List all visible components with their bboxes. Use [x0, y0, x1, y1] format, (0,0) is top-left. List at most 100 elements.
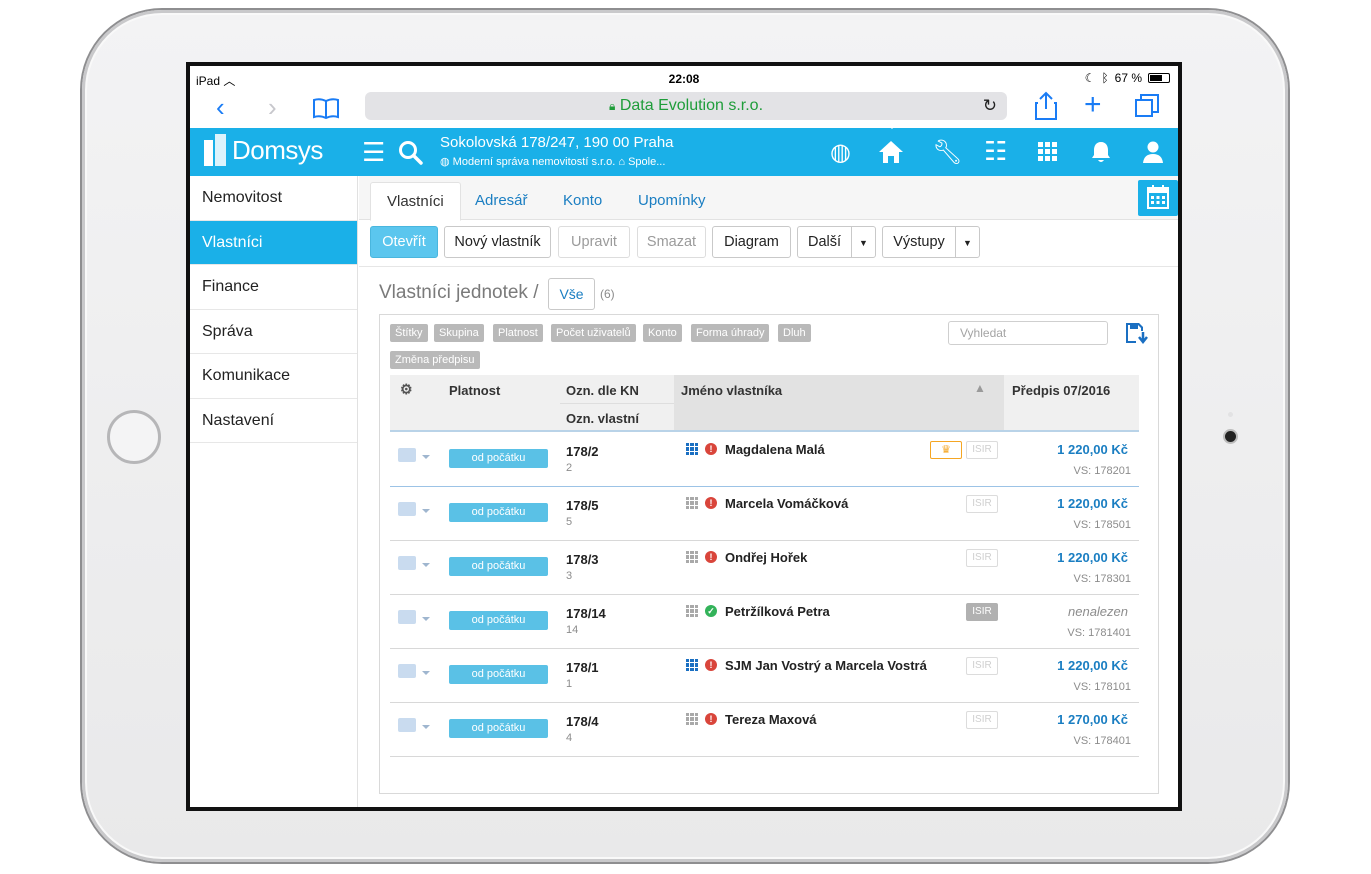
tabs-icon[interactable] — [1134, 93, 1160, 119]
owner-name[interactable]: Ondřej Hořek — [725, 550, 807, 565]
wrench-icon[interactable]: 🔧︎ — [932, 138, 962, 167]
owner-name[interactable]: Magdalena Malá — [725, 442, 825, 457]
more-button[interactable]: Další — [797, 226, 852, 258]
edit-button[interactable]: Upravit — [558, 226, 630, 258]
reload-icon[interactable]: ↻ — [983, 92, 997, 120]
sidebar-item-nastaveni[interactable]: Nastavení — [190, 399, 357, 443]
sidebar-item-sprava[interactable]: Správa — [190, 310, 357, 354]
briefcase-icon[interactable] — [398, 664, 416, 678]
open-button[interactable]: Otevřít — [370, 226, 438, 258]
home-icon[interactable] — [878, 140, 904, 164]
isir-badge[interactable]: ISIR — [966, 441, 998, 459]
filter-all-button[interactable]: Vše — [548, 278, 595, 310]
isir-badge[interactable]: ISIR — [966, 495, 998, 513]
apps-grid-icon[interactable] — [1038, 142, 1058, 162]
caret-down-icon[interactable] — [422, 617, 430, 621]
owner-name[interactable]: Marcela Vomáčková — [725, 496, 848, 511]
sidebar-item-komunikace[interactable]: Komunikace — [190, 354, 357, 399]
prescription-amount[interactable]: 1 220,00 Kč — [1057, 442, 1128, 457]
isir-badge[interactable]: ISIR — [966, 603, 998, 621]
caret-down-icon[interactable] — [422, 563, 430, 567]
tab-vlastnici[interactable]: Vlastníci — [370, 182, 461, 221]
star-badge-icon[interactable]: ♛ — [930, 441, 962, 459]
outputs-button[interactable]: Výstupy — [882, 226, 956, 258]
chip-zmena-predpisu[interactable]: Změna předpisu — [390, 351, 480, 369]
table-row[interactable]: od počátku 178/1 1 ! SJM Jan Vostrý a Ma… — [390, 649, 1139, 703]
back-icon[interactable]: ‹ — [216, 92, 225, 123]
briefcase-icon[interactable] — [398, 448, 416, 462]
search-input[interactable]: Vyhledat — [948, 321, 1108, 345]
url-bar[interactable]: 🔒︎ Data Evolution s.r.o. ↻ — [365, 92, 1007, 120]
more-dropdown[interactable]: ▼ — [851, 226, 876, 258]
briefcase-icon[interactable] — [398, 502, 416, 516]
table-row[interactable]: od počátku 178/5 5 ! Marcela Vomáčková I… — [390, 487, 1139, 541]
chip-forma-uhrady[interactable]: Forma úhrady — [691, 324, 770, 342]
owner-name[interactable]: Tereza Maxová — [725, 712, 817, 727]
caret-down-icon[interactable] — [422, 455, 430, 459]
bookmarks-icon[interactable] — [312, 97, 340, 119]
chip-platnost[interactable]: Platnost — [493, 324, 543, 342]
caret-down-icon[interactable] — [422, 671, 430, 675]
chip-konto[interactable]: Konto — [643, 324, 682, 342]
chip-stitky[interactable]: Štítky — [390, 324, 428, 342]
forward-icon[interactable]: › — [268, 92, 277, 123]
chip-skupina[interactable]: Skupina — [434, 324, 484, 342]
table-row[interactable]: od počátku 178/14 14 ✓ Petržílková Petra… — [390, 595, 1139, 649]
sidebar-item-finance[interactable]: Finance — [190, 265, 357, 310]
save-export-icon[interactable] — [1124, 321, 1148, 345]
tab-adresar[interactable]: Adresář — [459, 182, 544, 221]
isir-badge[interactable]: ISIR — [966, 657, 998, 675]
isir-badge[interactable]: ISIR — [966, 711, 998, 729]
home-button[interactable] — [107, 410, 161, 464]
calendar-button[interactable] — [1138, 180, 1178, 216]
validity-badge: od počátku — [449, 503, 548, 522]
col-prescription[interactable]: Předpis 07/2016 — [1012, 383, 1110, 398]
warning-icon: ! — [705, 443, 717, 455]
col-own[interactable]: Ozn. vlastní — [566, 411, 639, 426]
caret-down-icon[interactable] — [422, 509, 430, 513]
bell-icon[interactable] — [1090, 140, 1112, 164]
briefcase-icon[interactable] — [398, 718, 416, 732]
table-row[interactable]: od počátku 178/3 3 ! Ondřej Hořek ISIR 1… — [390, 541, 1139, 595]
share-icon[interactable] — [1034, 91, 1058, 121]
sort-asc-icon[interactable]: ▲ — [974, 381, 986, 395]
globe-nav-icon[interactable]: ◍ — [830, 138, 851, 167]
lock-icon: 🔒︎ — [608, 99, 616, 113]
sidebar-item-nemovitost[interactable]: Nemovitost — [190, 176, 357, 221]
outputs-dropdown[interactable]: ▼ — [955, 226, 980, 258]
table-row[interactable]: od počátku 178/2 2 ! Magdalena Malá ♛ IS… — [390, 433, 1139, 487]
user-icon[interactable] — [1142, 140, 1164, 164]
tab-upominky[interactable]: Upomínky — [622, 182, 722, 221]
briefcase-icon[interactable] — [398, 610, 416, 624]
property-address[interactable]: Sokolovská 178/247, 190 00 Praha ◍ Moder… — [440, 134, 674, 168]
briefcase-icon[interactable] — [398, 556, 416, 570]
prescription-amount[interactable]: 1 270,00 Kč — [1057, 712, 1128, 727]
prescription-amount[interactable]: 1 220,00 Kč — [1057, 658, 1128, 673]
new-owner-button[interactable]: Nový vlastník — [444, 226, 551, 258]
col-name[interactable]: Jméno vlastníka — [681, 383, 782, 398]
col-kn[interactable]: Ozn. dle KN — [566, 383, 639, 398]
diagram-button[interactable]: Diagram — [712, 226, 791, 258]
delete-button[interactable]: Smazat — [637, 226, 706, 258]
tab-konto[interactable]: Konto — [547, 182, 618, 221]
new-tab-icon[interactable]: + — [1084, 88, 1102, 122]
owner-name[interactable]: SJM Jan Vostrý a Marcela Vostrá — [725, 658, 927, 673]
units-grid-icon — [686, 443, 698, 455]
table-row[interactable]: od počátku 178/4 4 ! Tereza Maxová ISIR … — [390, 703, 1139, 757]
chip-pocet-uzivatelu[interactable]: Počet uživatelů — [551, 324, 636, 342]
search-icon[interactable] — [398, 140, 424, 166]
brand-logo[interactable]: Domsys — [202, 134, 323, 166]
col-validity[interactable]: Platnost — [449, 383, 500, 398]
owner-name[interactable]: Petržílková Petra — [725, 604, 830, 619]
sidebar-item-vlastnici[interactable]: Vlastníci — [190, 220, 357, 265]
prescription-amount[interactable]: 1 220,00 Kč — [1057, 496, 1128, 511]
caret-down-icon[interactable] — [422, 725, 430, 729]
isir-badge[interactable]: ISIR — [966, 549, 998, 567]
list-icon[interactable]: ☷ — [984, 136, 1007, 167]
chip-dluh[interactable]: Dluh — [778, 324, 811, 342]
prescription-amount[interactable]: 1 220,00 Kč — [1057, 550, 1128, 565]
menu-icon[interactable]: ☰ — [362, 137, 385, 168]
unit-kn: 178/5 — [566, 498, 599, 513]
settings-gear-icon[interactable]: ⚙ — [400, 381, 413, 398]
variable-symbol: VS: 1781401 — [1067, 627, 1131, 639]
